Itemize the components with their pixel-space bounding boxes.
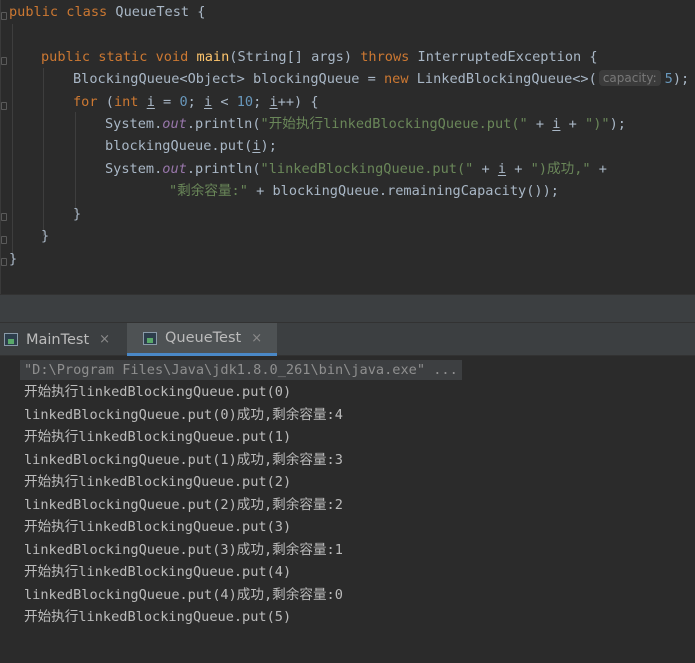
keyword: new [384, 71, 409, 87]
console-line: linkedBlockingQueue.put(2)成功,剩余容量:2 [24, 497, 343, 513]
statement-end: ); [672, 71, 690, 87]
code-line-5[interactable]: for (int i = 0; i < 10; i++) { [73, 91, 319, 113]
loop-variable: i [252, 138, 261, 154]
number-literal: 10 [236, 94, 254, 110]
string-literal: ")" [585, 116, 610, 132]
loop-variable: i [497, 161, 507, 177]
number-literal: 5 [664, 71, 673, 87]
indent-guide [43, 68, 44, 236]
close-icon[interactable]: × [99, 332, 110, 347]
keyword: throws [360, 49, 410, 65]
separator: ; [253, 94, 270, 110]
tab-label: MainTest [26, 331, 90, 348]
loop-variable: i [146, 94, 155, 110]
exception-type: InterruptedException { [417, 49, 598, 65]
code-line-8[interactable]: System.out.println("linkedBlockingQueue.… [105, 158, 607, 180]
statement-end: ); [260, 138, 277, 154]
string-literal: ")成功," [530, 161, 591, 177]
operator: = [154, 94, 180, 110]
code-line-3[interactable]: public static void main(String[] args) t… [41, 46, 598, 68]
operator: + [473, 161, 498, 177]
paren: ( [105, 94, 114, 110]
panel-divider[interactable] [0, 294, 695, 323]
string-literal: "剩余容量:" [169, 183, 248, 199]
tab-queuetest[interactable]: QueueTest × [127, 323, 277, 356]
system-class: System. [105, 161, 163, 177]
console-line: 开始执行linkedBlockingQueue.put(0) [24, 384, 292, 400]
keyword: static [98, 49, 148, 65]
tab-maintest[interactable]: MainTest × [0, 323, 126, 356]
fold-marker-icon[interactable] [1, 57, 7, 65]
separator: ; [187, 94, 204, 110]
static-field: out [162, 116, 187, 132]
keyword: for [73, 94, 98, 110]
constructor-call: LinkedBlockingQueue<>( [416, 71, 597, 87]
method-call: .println( [186, 161, 261, 177]
java-command-line[interactable]: "D:\Program Files\Java\jdk1.8.0_261\bin\… [20, 360, 462, 380]
operator: < [212, 94, 237, 110]
parameter-hint: capacity: [598, 70, 661, 86]
code-line-12[interactable]: } [9, 248, 17, 270]
operator: + [560, 116, 586, 132]
fold-marker-icon[interactable] [1, 258, 7, 266]
keyword: int [113, 94, 139, 110]
console-line: 开始执行linkedBlockingQueue.put(5) [24, 609, 292, 625]
console-line: 开始执行linkedBlockingQueue.put(3) [24, 519, 292, 535]
console-line: 开始执行linkedBlockingQueue.put(4) [24, 564, 292, 580]
code-editor[interactable]: public class QueueTest { public static v… [0, 0, 695, 294]
brace: { [197, 4, 206, 20]
loop-end: ++) { [277, 94, 319, 110]
code-line-10[interactable]: } [73, 203, 81, 225]
code-line-11[interactable]: } [41, 225, 49, 247]
method-params: (String[] args) [229, 49, 353, 65]
string-literal: "linkedBlockingQueue.put(" [260, 161, 474, 177]
method-call: .println( [186, 116, 261, 132]
operator: + [590, 161, 607, 177]
fold-marker-icon[interactable] [1, 102, 7, 110]
fold-marker-icon[interactable] [1, 213, 7, 221]
keyword: void [155, 49, 189, 65]
run-config-icon [143, 331, 157, 345]
console-line: 开始执行linkedBlockingQueue.put(2) [24, 474, 292, 490]
static-field: out [162, 161, 187, 177]
code-line-4[interactable]: BlockingQueue<Object> blockingQueue = ne… [73, 68, 689, 90]
indent-guide [75, 112, 76, 212]
keyword: public [41, 49, 91, 65]
code-line-6[interactable]: System.out.println("开始执行linkedBlockingQu… [105, 113, 626, 135]
statement-end: ); [609, 116, 626, 132]
indent-guide [12, 24, 13, 259]
operator: + [527, 116, 553, 132]
keyword: public [9, 4, 59, 20]
fold-marker-icon[interactable] [1, 12, 7, 20]
console-output[interactable]: "D:\Program Files\Java\jdk1.8.0_261\bin\… [0, 356, 695, 663]
tab-label: QueueTest [165, 330, 242, 346]
console-line: linkedBlockingQueue.put(4)成功,剩余容量:0 [24, 587, 343, 603]
editor-gutter [0, 0, 1, 294]
code-line-9[interactable]: "剩余容量:" + blockingQueue.remainingCapacit… [169, 180, 559, 202]
console-line: linkedBlockingQueue.put(1)成功,剩余容量:3 [24, 452, 343, 468]
code-line-7[interactable]: blockingQueue.put(i); [105, 135, 277, 157]
system-class: System. [105, 116, 163, 132]
console-line: linkedBlockingQueue.put(0)成功,剩余容量:4 [24, 407, 343, 423]
operator: + [506, 161, 531, 177]
declaration: BlockingQueue<Object> blockingQueue = [73, 71, 384, 87]
fold-marker-icon[interactable] [1, 236, 7, 244]
method-call: blockingQueue.put( [105, 138, 253, 154]
code-line-1[interactable]: public class QueueTest { [9, 1, 205, 23]
console-line: linkedBlockingQueue.put(3)成功,剩余容量:1 [24, 542, 343, 558]
loop-variable: i [269, 94, 278, 110]
number-literal: 0 [179, 94, 188, 110]
close-icon[interactable]: × [251, 331, 262, 346]
loop-variable: i [204, 94, 213, 110]
console-line: 开始执行linkedBlockingQueue.put(1) [24, 429, 292, 445]
run-config-icon [4, 333, 18, 346]
class-name: QueueTest [115, 4, 190, 20]
run-tab-bar: MainTest × QueueTest × [0, 323, 695, 356]
keyword: class [66, 4, 108, 20]
method-call: + blockingQueue.remainingCapacity()); [247, 183, 559, 199]
string-literal: "开始执行linkedBlockingQueue.put(" [260, 116, 528, 132]
method-name: main [196, 49, 230, 65]
